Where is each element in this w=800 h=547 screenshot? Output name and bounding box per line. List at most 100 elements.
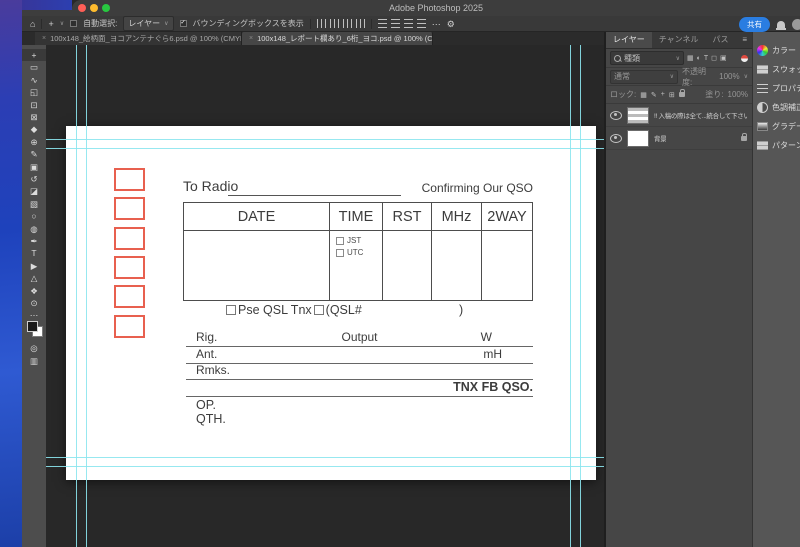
move-tool[interactable]: +	[22, 49, 46, 61]
lock-artboard-icon[interactable]: ⊞	[669, 91, 675, 99]
mhz-cell	[432, 231, 482, 300]
shape-tool[interactable]: △	[22, 272, 46, 284]
document-tab-inactive[interactable]: × 100x148_絵柄面_ヨコアンテナぐら6.psd @ 100% (CMYK…	[35, 32, 242, 45]
tab-paths[interactable]: パス	[706, 32, 736, 48]
opacity-label: 不透明度:	[682, 66, 706, 87]
filter-shape-layers-icon[interactable]: ◻	[711, 54, 717, 62]
hand-tool[interactable]: ❖	[22, 285, 46, 297]
chevron-down-icon[interactable]: ∨	[60, 20, 64, 27]
crop-tool[interactable]: ⊡	[22, 99, 46, 111]
guide-vertical[interactable]	[86, 45, 87, 547]
table-header-time: TIME	[330, 203, 383, 231]
auto-select-dropdown[interactable]: レイヤー ∨	[123, 16, 174, 31]
dock-item-label: 色調補正	[772, 102, 800, 112]
notifications-bell-icon[interactable]	[776, 20, 786, 30]
layer-search-input[interactable]: 種類 ∨	[610, 51, 684, 65]
pen-tool[interactable]: ✒	[22, 235, 46, 247]
minimize-window-button[interactable]	[90, 4, 98, 12]
fill-value[interactable]: 100%	[728, 90, 748, 99]
more-options-icon[interactable]: ⋯	[432, 19, 441, 29]
color-swatches[interactable]	[27, 321, 43, 337]
distribute-icon[interactable]	[390, 19, 400, 28]
layer-visibility-eye-icon[interactable]	[610, 110, 622, 120]
panel-menu-icon[interactable]: ≡	[737, 32, 752, 48]
dock-item-properties[interactable]: プロパティ	[757, 80, 800, 96]
auto-select-checkbox[interactable]	[70, 20, 78, 27]
layer-name[interactable]: !! 入稿の際は全て...統合して下さい !!	[654, 110, 747, 120]
align-icon[interactable]	[316, 19, 326, 28]
eyedropper-tool[interactable]: ◆	[22, 123, 46, 135]
zoom-window-button[interactable]	[102, 4, 110, 12]
filter-pixel-layers-icon[interactable]: ▦	[687, 54, 694, 62]
opacity-value[interactable]: 100%	[719, 72, 739, 81]
align-icon[interactable]	[355, 19, 365, 28]
share-button[interactable]: 共有	[739, 16, 770, 32]
dock-item-color[interactable]: カラー	[757, 42, 796, 58]
close-tab-icon[interactable]: ×	[249, 35, 253, 42]
dock-item-adjustments[interactable]: 色調補正	[757, 99, 800, 115]
frame-tool[interactable]: ⊠	[22, 111, 46, 123]
guide-vertical[interactable]	[580, 45, 581, 547]
filter-smart-objects-icon[interactable]: ▣	[720, 54, 727, 62]
move-tool-icon[interactable]: +	[48, 19, 53, 29]
guide-horizontal[interactable]	[46, 148, 604, 149]
guide-horizontal[interactable]	[46, 457, 604, 458]
distribute-icon[interactable]	[377, 19, 387, 28]
close-tab-icon[interactable]: ×	[42, 35, 46, 42]
dock-item-gradients[interactable]: グラデーション	[757, 118, 800, 134]
gradient-tool[interactable]: ▧	[22, 198, 46, 210]
date-cell	[184, 231, 330, 300]
layer-name[interactable]: 背景	[654, 133, 666, 143]
align-icon[interactable]	[329, 19, 339, 28]
lock-paint-icon[interactable]: ✎	[651, 91, 657, 99]
brush-tool[interactable]: ✎	[22, 148, 46, 160]
tab-layers[interactable]: レイヤー	[606, 32, 652, 48]
eraser-tool[interactable]: ◪	[22, 185, 46, 197]
layer-thumbnail[interactable]	[627, 106, 649, 124]
layer-row-background[interactable]: 背景	[606, 127, 752, 150]
guide-horizontal[interactable]	[46, 139, 604, 140]
dock-item-patterns[interactable]: パターン	[757, 137, 800, 153]
layer-visibility-eye-icon[interactable]	[610, 133, 622, 143]
guide-horizontal[interactable]	[46, 466, 604, 467]
canvas[interactable]: To Radio Confirming Our QSO DATE TIME RST M…	[66, 126, 596, 480]
distribute-icon[interactable]	[403, 19, 413, 28]
guide-vertical[interactable]	[570, 45, 571, 547]
filter-toggle-icon[interactable]	[741, 54, 748, 62]
screen-mode-icon[interactable]: ▥	[22, 356, 46, 367]
edit-toolbar-icon[interactable]: ⋯	[22, 310, 46, 321]
tab-channels[interactable]: チャンネル	[652, 32, 706, 48]
object-selection-tool[interactable]: ◱	[22, 86, 46, 98]
profile-avatar[interactable]	[792, 18, 800, 30]
path-selection-tool[interactable]: ▶	[22, 260, 46, 272]
home-icon[interactable]: ⌂	[30, 19, 35, 29]
align-icon[interactable]	[342, 19, 352, 28]
dodge-tool[interactable]: ◍	[22, 223, 46, 235]
distribute-icon[interactable]	[416, 19, 426, 28]
gear-icon[interactable]: ⚙	[447, 19, 455, 29]
lock-move-icon[interactable]: +	[661, 91, 665, 98]
lock-transparency-icon[interactable]: ▦	[640, 91, 647, 99]
filter-adjustment-layers-icon[interactable]: ◐	[697, 55, 701, 62]
close-window-button[interactable]	[78, 4, 86, 12]
lock-all-icon[interactable]	[678, 89, 685, 97]
blur-tool[interactable]: ○	[22, 210, 46, 222]
zoom-tool[interactable]: ⊙	[22, 297, 46, 309]
bounding-box-checkbox[interactable]: ✓	[179, 20, 187, 27]
layer-row-warning[interactable]: !! 入稿の際は全て...統合して下さい !!	[606, 104, 752, 127]
document-tab-active[interactable]: × 100x148_レポート欄あり_6桁_ヨコ.psd @ 100% (CMYK…	[242, 32, 433, 45]
dock-item-swatches[interactable]: スウォッチ	[757, 61, 800, 77]
filter-type-layers-icon[interactable]: T	[704, 55, 708, 62]
type-tool[interactable]: T	[22, 247, 46, 259]
guide-vertical[interactable]	[76, 45, 77, 547]
lasso-tool[interactable]: ∿	[22, 74, 46, 86]
layer-thumbnail[interactable]	[627, 129, 649, 147]
quick-mask-icon[interactable]: ◎	[22, 343, 46, 354]
foreground-color-swatch[interactable]	[27, 321, 38, 332]
clone-stamp-tool[interactable]: ▣	[22, 161, 46, 173]
blend-mode-dropdown[interactable]: 通常 ∨	[610, 69, 678, 84]
marquee-tool[interactable]: ▭	[22, 61, 46, 73]
history-brush-tool[interactable]: ↺	[22, 173, 46, 185]
pasteboard[interactable]: To Radio Confirming Our QSO DATE TIME RST M…	[46, 45, 604, 547]
healing-brush-tool[interactable]: ⊕	[22, 136, 46, 148]
